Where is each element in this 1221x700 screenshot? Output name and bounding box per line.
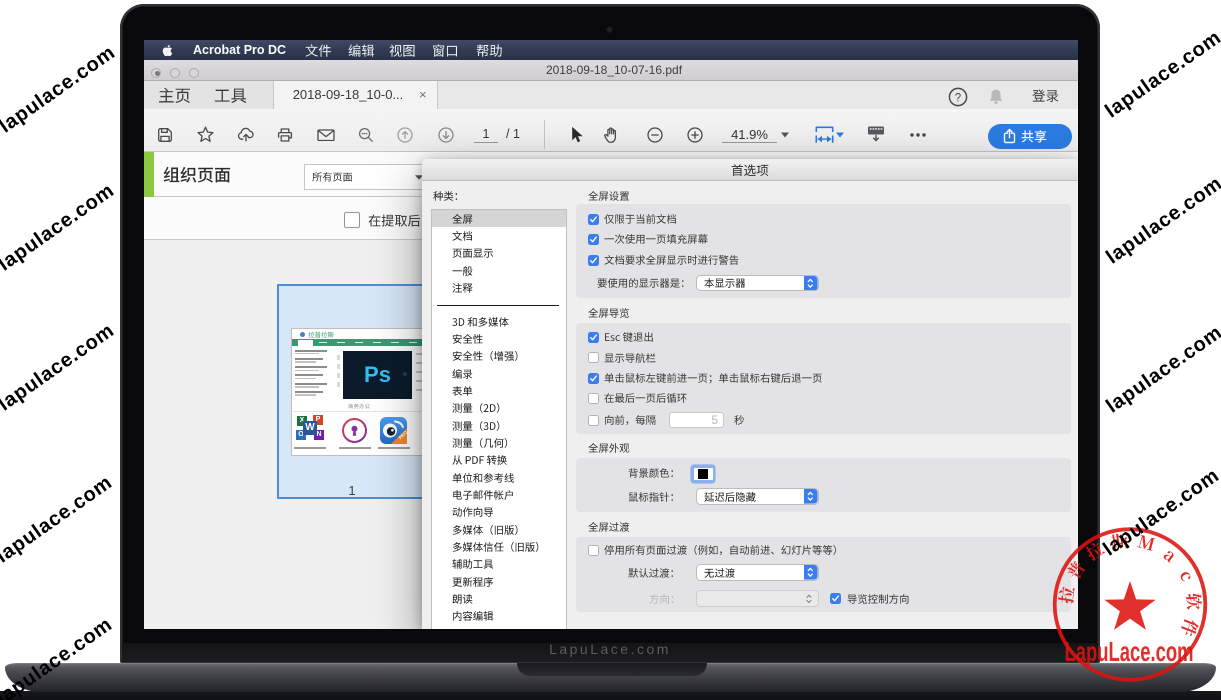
svg-text:?: ? xyxy=(955,92,961,104)
